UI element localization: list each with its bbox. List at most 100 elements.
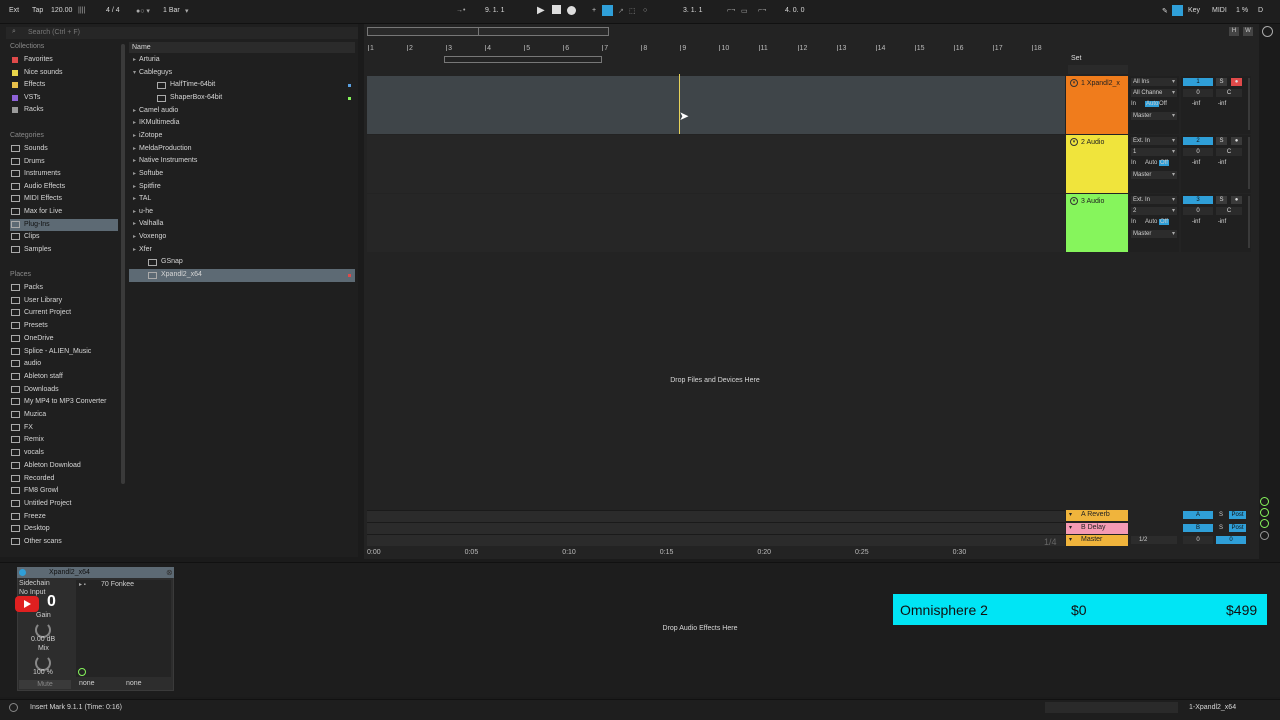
- loop-brace[interactable]: [444, 56, 602, 63]
- slot-b[interactable]: none: [126, 680, 142, 687]
- mute-button[interactable]: Mute: [19, 680, 71, 689]
- track-header[interactable]: ▾ 1 Xpandl2_x: [1066, 76, 1128, 134]
- tree-item[interactable]: ▸ TAL: [129, 193, 355, 206]
- place-item[interactable]: Current Project: [10, 307, 118, 319]
- place-item[interactable]: audio: [10, 358, 118, 370]
- collapsed-arrow-icon[interactable]: ▸: [133, 105, 136, 118]
- loop-length-field[interactable]: 4. 0. 0: [785, 7, 804, 14]
- monitor-auto-button[interactable]: Auto: [1145, 160, 1157, 166]
- record-icon[interactable]: [567, 6, 576, 15]
- return-lane-b[interactable]: [367, 522, 1065, 534]
- collapsed-arrow-icon[interactable]: ▸: [133, 143, 136, 156]
- return-activator-button[interactable]: A: [1183, 511, 1213, 519]
- ext-sync-button[interactable]: Ext: [9, 7, 19, 14]
- track-lane-1[interactable]: [367, 76, 1065, 134]
- collapsed-arrow-icon[interactable]: ▸: [133, 206, 136, 219]
- collapsed-arrow-icon[interactable]: ▸: [133, 218, 136, 231]
- return-header[interactable]: ▾ Master: [1066, 535, 1128, 546]
- tap-tempo-button[interactable]: Tap: [32, 7, 43, 14]
- browser-search-input[interactable]: Search (Ctrl + F): [6, 27, 358, 39]
- collapsed-arrow-icon[interactable]: ▸: [133, 130, 136, 143]
- place-item[interactable]: Ableton Download: [10, 460, 118, 472]
- slot-a[interactable]: none: [79, 680, 95, 687]
- volume-field[interactable]: 0: [1183, 148, 1213, 156]
- track-activator-button[interactable]: 3: [1183, 196, 1213, 204]
- midi-map-button[interactable]: MIDI: [1212, 7, 1227, 14]
- play-icon[interactable]: ▶: [537, 5, 545, 16]
- arrangement-side-toggle-3[interactable]: [1260, 519, 1269, 528]
- sidebar-scrollbar[interactable]: [121, 44, 125, 484]
- place-item[interactable]: Downloads: [10, 384, 118, 396]
- solo-button[interactable]: S: [1216, 196, 1227, 204]
- collapsed-arrow-icon[interactable]: ▸: [133, 54, 136, 67]
- track-lane-3[interactable]: [367, 194, 1065, 252]
- arm-record-icon[interactable]: ●: [1231, 78, 1242, 86]
- w-toggle[interactable]: W: [1243, 27, 1253, 36]
- collection-item[interactable]: VSTs: [10, 92, 118, 104]
- h-toggle[interactable]: H: [1229, 27, 1239, 36]
- output-menu[interactable]: Master: [1131, 112, 1177, 120]
- overdub-icon[interactable]: +: [592, 7, 596, 14]
- tree-item[interactable]: Xpandl2_x64: [129, 269, 355, 282]
- track-activator-button[interactable]: 1: [1183, 78, 1213, 86]
- tree-item[interactable]: ▸ Spitfire: [129, 181, 355, 194]
- solo-button[interactable]: S: [1216, 78, 1227, 86]
- place-item[interactable]: User Library: [10, 295, 118, 307]
- place-item[interactable]: Freeze: [10, 511, 118, 523]
- follow-icon[interactable]: →•: [456, 7, 465, 14]
- collapsed-arrow-icon[interactable]: ▸: [133, 231, 136, 244]
- expanded-arrow-icon[interactable]: ▾: [133, 67, 136, 80]
- draw-mode-icon[interactable]: ✎: [1162, 7, 1168, 15]
- category-item[interactable]: Clips: [10, 231, 118, 243]
- tree-item[interactable]: ▸ Camel audio: [129, 105, 355, 118]
- place-item[interactable]: Muzica: [10, 409, 118, 421]
- category-item[interactable]: Sounds: [10, 143, 118, 155]
- post-send-button[interactable]: Post: [1229, 523, 1246, 532]
- monitor-off-button[interactable]: Off: [1159, 219, 1169, 225]
- tree-item[interactable]: ▸ Arturia: [129, 54, 355, 67]
- input-channel-menu[interactable]: 2: [1131, 207, 1177, 215]
- return-name[interactable]: Master: [1081, 536, 1102, 543]
- place-item[interactable]: My MP4 to MP3 Converter: [10, 396, 118, 408]
- category-item[interactable]: Drums: [10, 156, 118, 168]
- time-signature-field[interactable]: 4 / 4: [106, 7, 120, 14]
- monitor-auto-button[interactable]: Auto: [1145, 219, 1157, 225]
- key-map-button[interactable]: Key: [1188, 7, 1200, 14]
- punch-in-icon[interactable]: ⌐¬: [727, 7, 735, 14]
- category-item[interactable]: MIDI Effects: [10, 193, 118, 205]
- return-solo-button[interactable]: S: [1217, 524, 1225, 532]
- return-header[interactable]: ▾ B Delay: [1066, 522, 1128, 534]
- tree-item[interactable]: ▸ iZotope: [129, 130, 355, 143]
- pan-field[interactable]: C: [1216, 89, 1242, 97]
- monitor-off-button[interactable]: Off: [1159, 160, 1169, 166]
- place-item[interactable]: OneDrive: [10, 333, 118, 345]
- category-item[interactable]: Samples: [10, 244, 118, 256]
- place-item[interactable]: Untitled Project: [10, 498, 118, 510]
- collapsed-arrow-icon[interactable]: ▸: [133, 181, 136, 194]
- time-ruler[interactable]: 0:00 0:05 0:10 0:15 0:20 0:25 0:30: [367, 546, 1065, 558]
- punch-out-icon[interactable]: ⌐¬: [758, 7, 766, 14]
- pan-field[interactable]: C: [1216, 207, 1242, 215]
- track-header-controls[interactable]: [1068, 65, 1128, 74]
- place-item[interactable]: vocals: [10, 447, 118, 459]
- quantize-menu[interactable]: 1 Bar: [163, 7, 180, 14]
- return-name[interactable]: B Delay: [1081, 524, 1106, 531]
- place-item[interactable]: FM8 Growl: [10, 485, 118, 497]
- collection-item[interactable]: Nice sounds: [10, 67, 118, 79]
- category-item[interactable]: Audio Effects: [10, 181, 118, 193]
- track-lane-2[interactable]: [367, 135, 1065, 193]
- output-menu[interactable]: Master: [1131, 171, 1177, 179]
- fold-icon[interactable]: ▾: [1070, 138, 1078, 146]
- input-channel-menu[interactable]: 1: [1131, 148, 1177, 156]
- track-name[interactable]: 3 Audio: [1081, 198, 1104, 205]
- volume-field[interactable]: 0: [1183, 89, 1213, 97]
- device-close-icon[interactable]: ⊗: [166, 568, 173, 577]
- category-item[interactable]: Plug-Ins: [10, 218, 118, 231]
- arrangement-overview[interactable]: [367, 27, 609, 36]
- tree-item[interactable]: ▸ u-he: [129, 206, 355, 219]
- post-send-button[interactable]: Post: [1229, 511, 1246, 519]
- loop-icon[interactable]: ▭: [741, 7, 748, 15]
- tree-item[interactable]: HalfTime-64bit: [129, 79, 355, 92]
- master-output-menu[interactable]: 1/2: [1131, 536, 1177, 544]
- place-item[interactable]: Ableton staff: [10, 371, 118, 383]
